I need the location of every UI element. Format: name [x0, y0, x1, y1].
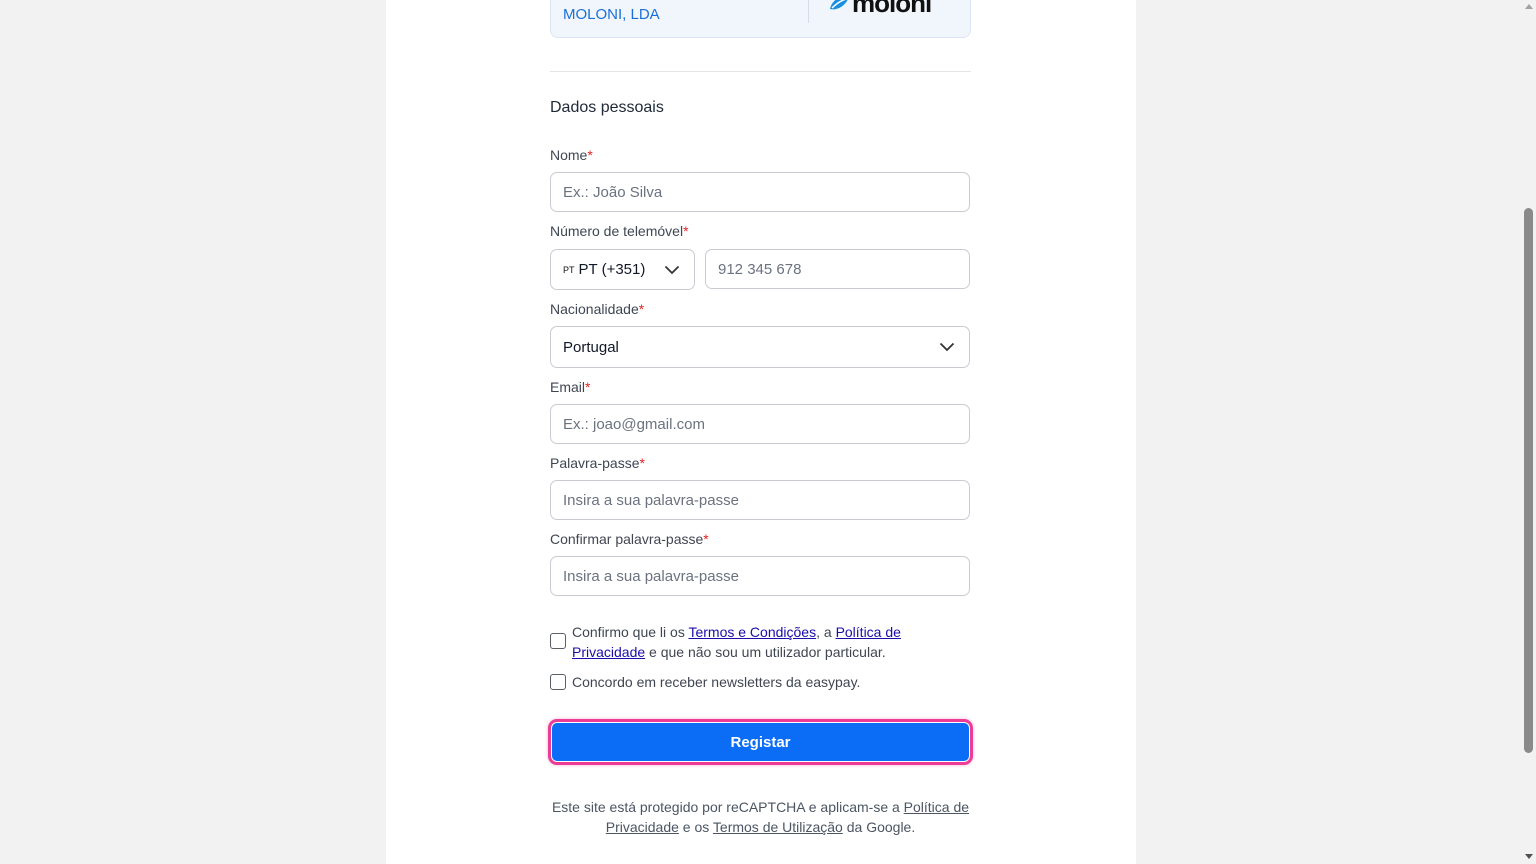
scroll-up-icon[interactable]: [1525, 4, 1533, 9]
newsletter-consent-row: Concordo em receber newsletters da easyp…: [550, 672, 971, 692]
chevron-down-icon: [664, 265, 680, 274]
terms-text-1: Confirmo que li os: [572, 624, 689, 640]
terms-text-2: , a: [816, 624, 836, 640]
logo-text: moloni: [852, 0, 932, 18]
confirm-password-label-text: Confirmar palavra-passe: [550, 531, 704, 547]
recaptcha-notice: Este site está protegido por reCAPTCHA e…: [550, 797, 971, 837]
required-mark: *: [639, 455, 645, 471]
password-label: Palavra-passe*: [550, 455, 645, 471]
country-code-value: PT (+351): [578, 261, 646, 278]
company-name: MOLONI, LDA: [563, 6, 660, 23]
registration-card: MOLONI, LDA moloni Dados pessoais Nome* …: [386, 0, 1136, 864]
confirm-password-label: Confirmar palavra-passe*: [550, 531, 709, 547]
flag-icon: PT: [563, 264, 575, 275]
email-input[interactable]: [550, 404, 970, 444]
company-divider: [808, 0, 809, 23]
newsletter-consent-text: Concordo em receber newsletters da easyp…: [572, 674, 861, 690]
name-label: Nome*: [550, 147, 593, 163]
chevron-down-icon: [939, 342, 955, 352]
password-label-text: Palavra-passe: [550, 455, 640, 471]
confirm-password-input[interactable]: [550, 556, 970, 596]
terms-checkbox[interactable]: [550, 633, 566, 649]
google-terms-link[interactable]: Termos de Utilização: [713, 819, 843, 835]
password-input[interactable]: [550, 480, 970, 520]
required-mark: *: [683, 223, 689, 239]
email-label: Email*: [550, 379, 590, 395]
page-scrollbar[interactable]: [1521, 0, 1536, 864]
name-label-text: Nome: [550, 147, 588, 163]
required-mark: *: [638, 301, 645, 317]
name-input[interactable]: [550, 172, 970, 212]
phone-input[interactable]: [705, 249, 970, 289]
section-title: Dados pessoais: [550, 99, 664, 116]
recaptcha-text-3: da Google.: [842, 819, 916, 835]
terms-consent-text: Confirmo que li os Termos e Condições, a…: [572, 622, 971, 662]
nationality-label-text: Nacionalidade: [550, 301, 639, 317]
nationality-label: Nacionalidade*: [550, 301, 644, 317]
phone-label: Número de telemóvel*: [550, 223, 689, 239]
company-info-box: MOLONI, LDA moloni: [550, 0, 971, 38]
terms-consent-row: Confirmo que li os Termos e Condições, a…: [550, 622, 971, 662]
recaptcha-text-2: e os: [678, 819, 713, 835]
required-mark: *: [703, 531, 709, 547]
email-label-text: Email: [550, 379, 586, 395]
recaptcha-text-1: Este site está protegido por reCAPTCHA e…: [551, 799, 904, 815]
nationality-select[interactable]: Portugal: [550, 326, 970, 368]
scroll-down-icon[interactable]: [1525, 854, 1533, 859]
country-code-select[interactable]: PT PT (+351): [550, 249, 695, 290]
newsletter-checkbox[interactable]: [550, 674, 566, 690]
section-divider: [550, 71, 971, 72]
phone-label-text: Número de telemóvel: [550, 223, 684, 239]
nationality-value: Portugal: [563, 338, 619, 356]
scrollbar-thumb[interactable]: [1524, 208, 1533, 753]
leaf-icon: [830, 0, 848, 10]
company-logo: moloni: [828, 0, 932, 18]
required-mark: *: [587, 147, 593, 163]
terms-link[interactable]: Termos e Condições: [688, 624, 816, 640]
register-button[interactable]: Registar: [552, 723, 969, 761]
register-button-focus-ring: Registar: [548, 719, 973, 765]
terms-text-3: e que não sou um utilizador particular.: [645, 644, 886, 660]
required-mark: *: [585, 379, 591, 395]
